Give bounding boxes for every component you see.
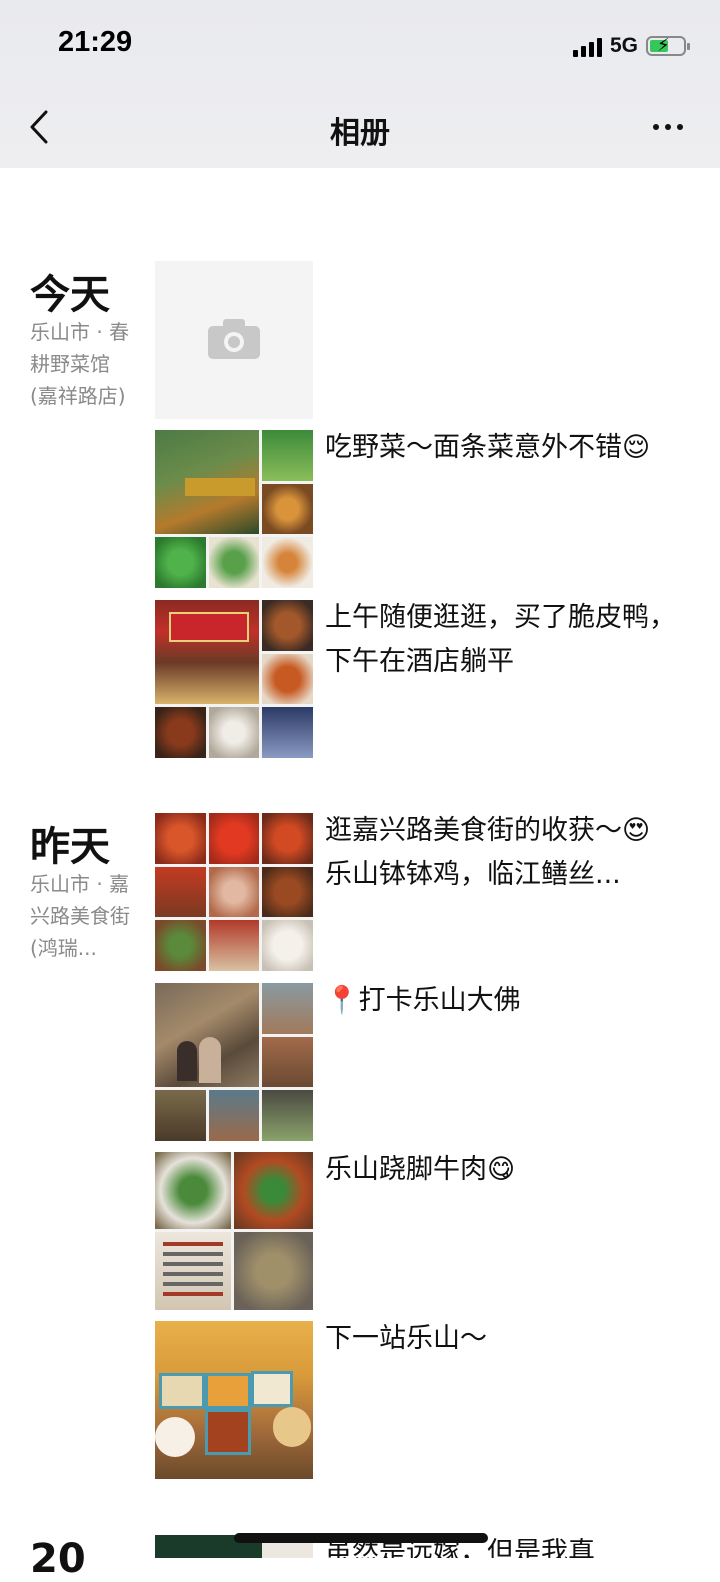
post-thumbnail[interactable] [155, 1152, 313, 1310]
post-thumbnail[interactable] [155, 600, 313, 758]
signal-icon [572, 35, 602, 57]
dot-icon [665, 124, 671, 130]
home-indicator[interactable] [234, 1533, 488, 1543]
post-caption[interactable]: 下一站乐山～ [325, 1317, 680, 1361]
location-label: 乐山市 · 春耕野菜馆 (嘉祥路店) [30, 320, 130, 408]
post-thumbnail[interactable] [155, 1321, 313, 1479]
post-caption[interactable]: 逛嘉兴路美食街的收获～😍 乐山钵钵鸡，临江鳝丝... [325, 809, 680, 897]
camera-icon [208, 319, 260, 359]
dot-icon [653, 124, 659, 130]
post-thumbnail[interactable] [155, 983, 313, 1141]
post-caption[interactable]: 📍打卡乐山大佛 [325, 979, 680, 1023]
day-label: 20 [30, 1536, 86, 1582]
post-thumbnail[interactable] [155, 430, 313, 588]
battery-icon: ⚡ [646, 35, 690, 56]
network-type: 5G [609, 34, 638, 57]
page-title: 相册 [330, 116, 390, 151]
dot-icon [677, 124, 683, 130]
post-thumbnail[interactable] [155, 813, 313, 971]
post-caption[interactable]: 吃野菜～面条菜意外不错😌 [325, 426, 680, 470]
status-time: 21:29 [58, 26, 133, 58]
status-icons: 5G ⚡ [572, 30, 690, 62]
post-caption[interactable]: 乐山跷脚牛肉😋 [325, 1148, 680, 1192]
post-caption[interactable]: 上午随便逛逛，买了脆皮鸭，下午在酒店躺平 [325, 596, 680, 684]
upload-photo-tile[interactable] [155, 261, 313, 419]
location-label: 乐山市 · 嘉兴路美食街 (鸿瑞... [30, 872, 130, 960]
more-button[interactable] [646, 112, 690, 142]
day-label: 昨天 [30, 824, 110, 870]
top-bar: 21:29 5G ⚡ 相册 [0, 0, 720, 168]
day-label: 今天 [30, 272, 110, 318]
